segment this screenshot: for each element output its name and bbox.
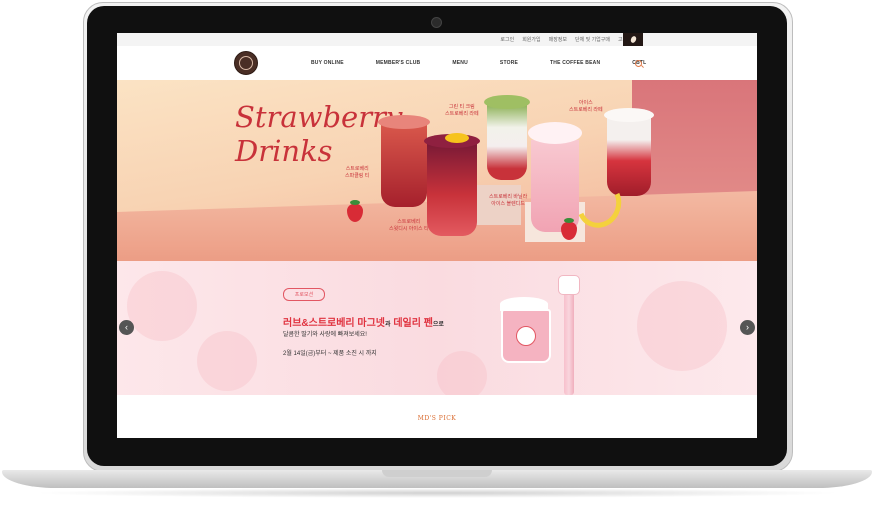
decor-bubble [437, 351, 487, 395]
cup-top [604, 108, 654, 122]
promotion-badge: 프로모션 [283, 288, 325, 301]
signup-link[interactable]: 회원가입 [522, 36, 540, 43]
logo-ring [239, 56, 253, 70]
drink-label: 그린 티 크림 스트로베리 라떼 [445, 104, 479, 117]
decor-bubble [127, 271, 197, 341]
camera-icon [431, 17, 442, 28]
nav-members-club[interactable]: MEMBER'S CLUB [376, 60, 421, 66]
login-link[interactable]: 로그인 [500, 36, 514, 43]
browser-screen: 로그인 회원가입 매장정보 단체 및 기업구매 고객서비스 BUY ONLINE… [117, 33, 757, 438]
bean-button[interactable] [623, 33, 643, 46]
hero-title-line1: Strawberry [235, 100, 403, 134]
corporate-link[interactable]: 단체 및 기업구매 [575, 36, 610, 43]
search-icon[interactable] [635, 60, 642, 67]
cup-top [484, 95, 530, 109]
utility-bar: 로그인 회원가입 매장정보 단체 및 기업구매 고객서비스 [117, 33, 757, 46]
magnet-logo [516, 326, 536, 346]
coffee-bean-icon [629, 35, 637, 44]
main-menu: BUY ONLINE MEMBER'S CLUB MENU STORE THE … [311, 60, 678, 66]
carousel-next-button[interactable]: › [740, 320, 755, 335]
nav-menu[interactable]: MENU [452, 60, 468, 66]
decor-bubble [637, 281, 727, 371]
hero-title-line2: Drinks [235, 134, 333, 168]
magnet-cream-top [500, 297, 548, 311]
drink-sparkling-tea [378, 115, 430, 207]
promo-subtitle: 달콤한 딸기와 사랑에 빠져보세요! [283, 332, 367, 338]
nav-the-coffee-bean[interactable]: THE COFFEE BEAN [550, 60, 600, 66]
chevron-right-icon: › [746, 322, 749, 332]
main-navigation: BUY ONLINE MEMBER'S CLUB MENU STORE THE … [117, 46, 757, 80]
drink-label: 스트로베리 바닐라 아이스 블렌디드 [489, 194, 528, 207]
utility-links: 로그인 회원가입 매장정보 단체 및 기업구매 고객서비스 [500, 36, 641, 43]
magnet-product [500, 297, 551, 363]
daily-pen-product [564, 279, 574, 395]
drink-label: 스트로베리 스윗디시 아이스 티 [389, 219, 429, 232]
promo-banner[interactable]: 프로모션 러브&스트로베리 마그넷과 데일리 펜으로 달콤한 딸기와 사랑에 빠… [117, 261, 757, 395]
nav-buy-online[interactable]: BUY ONLINE [311, 60, 344, 66]
laptop-shadow [30, 488, 844, 498]
laptop-notch [382, 470, 492, 477]
drink-label: 아이스 스트로베리 라떼 [569, 100, 603, 113]
whipped-cream [528, 122, 582, 144]
chevron-left-icon: ‹ [125, 322, 128, 332]
promo-title: 러브&스트로베리 마그넷과 데일리 펜으로 [283, 318, 444, 329]
drink-label: 스트로베리 스파클링 티 [345, 166, 370, 179]
promo-date: 2월 14일(금)부터 ~ 제품 소진 시 까지 [283, 351, 377, 357]
nav-store[interactable]: STORE [500, 60, 518, 66]
pen-topper [558, 275, 580, 295]
cup-top [378, 115, 430, 129]
lemon-slice [445, 133, 469, 143]
drink-iced-tea [424, 134, 480, 236]
drink-green-tea-latte [484, 95, 530, 180]
hero-title: Strawberry Drinks [235, 100, 403, 168]
carousel-prev-button[interactable]: ‹ [119, 320, 134, 335]
decor-bubble [197, 331, 257, 391]
mds-pick-title: MD'S PICK [417, 415, 457, 422]
coffee-bean-logo[interactable] [234, 51, 258, 75]
store-info-link[interactable]: 매장정보 [549, 36, 567, 43]
hero-banner[interactable]: Strawberry Drinks 스트로베리 스파클링 티 스트로베리 스윗디… [117, 80, 757, 261]
